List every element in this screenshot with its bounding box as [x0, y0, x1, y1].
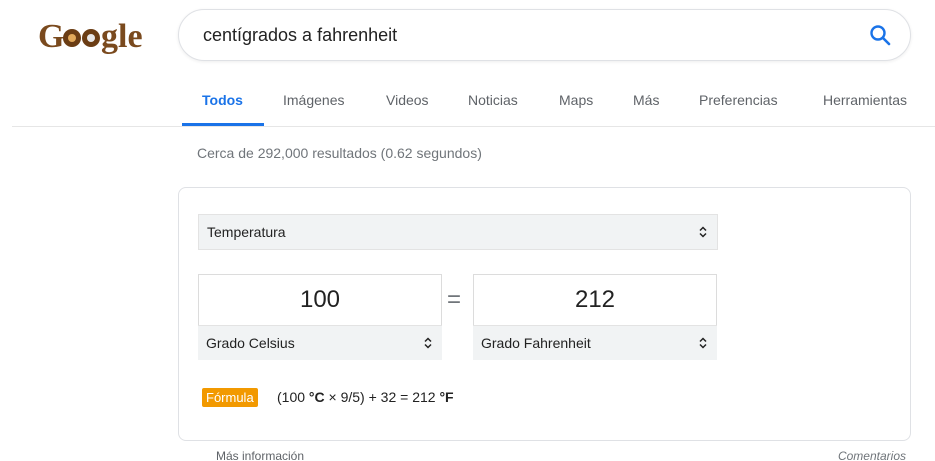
to-unit-label: Grado Fahrenheit: [481, 335, 591, 351]
svg-text:gle: gle: [101, 18, 143, 55]
select-arrows-icon: [699, 337, 707, 349]
result-stats: Cerca de 292,000 resultados (0.62 segund…: [197, 145, 482, 161]
formula-badge: Fórmula: [202, 388, 258, 407]
formula-unit-celsius: °C: [308, 389, 325, 405]
unit-type-select[interactable]: Temperatura: [198, 214, 718, 250]
equals-sign: =: [447, 286, 462, 313]
tab-imagenes[interactable]: Imágenes: [283, 86, 344, 126]
tab-herramientas[interactable]: Herramientas: [823, 86, 907, 126]
from-unit-label: Grado Celsius: [206, 335, 295, 351]
search-input[interactable]: [203, 10, 823, 60]
tab-maps[interactable]: Maps: [559, 86, 593, 126]
svg-text:G: G: [38, 18, 64, 55]
formula-part-2: × 9/5) + 32 = 212: [324, 389, 440, 405]
from-unit-select[interactable]: Grado Celsius: [198, 325, 442, 360]
tab-todos[interactable]: Todos: [202, 86, 243, 126]
search-box[interactable]: [178, 9, 911, 61]
formula-unit-fahrenheit: °F: [439, 389, 454, 405]
tabs-divider: [12, 126, 935, 127]
to-unit-select[interactable]: Grado Fahrenheit: [473, 325, 717, 360]
to-value-input[interactable]: [474, 275, 716, 325]
tab-preferencias[interactable]: Preferencias: [699, 86, 778, 126]
formula-part-1: (100: [277, 389, 309, 405]
tab-mas[interactable]: Más: [633, 86, 659, 126]
search-tabs: Todos Imágenes Videos Noticias Maps Más …: [0, 86, 935, 126]
search-button[interactable]: [868, 23, 892, 47]
feedback-link[interactable]: Comentarios: [838, 449, 906, 461]
google-logo[interactable]: G gle: [38, 16, 150, 56]
from-value-box: Grado Celsius: [198, 274, 442, 360]
search-icon: [870, 25, 891, 46]
select-arrows-icon: [424, 337, 432, 349]
tab-noticias[interactable]: Noticias: [468, 86, 518, 126]
to-value-box: Grado Fahrenheit: [473, 274, 717, 360]
tab-videos[interactable]: Videos: [386, 86, 429, 126]
formula-text: (100 °C × 9/5) + 32 = 212 °F: [277, 389, 454, 405]
select-arrows-icon: [699, 226, 707, 238]
unit-type-label: Temperatura: [207, 224, 286, 240]
from-value-input[interactable]: [199, 275, 441, 325]
logo-graphic: G gle: [38, 18, 143, 55]
more-info-link[interactable]: Más información: [216, 449, 304, 461]
